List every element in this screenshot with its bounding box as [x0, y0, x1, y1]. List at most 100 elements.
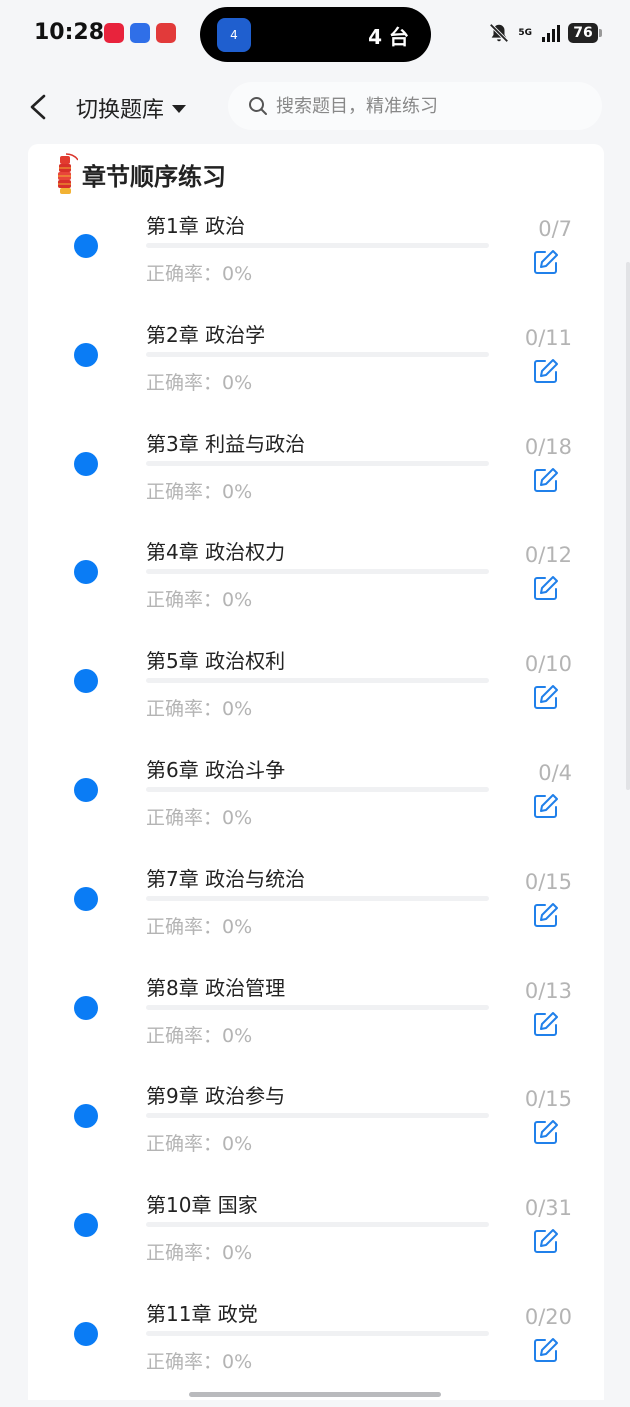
caret-down-icon: [172, 105, 187, 113]
signal-icon: [542, 24, 560, 42]
chapter-item[interactable]: 第6章 政治斗争 正确率：0% 0/4: [28, 754, 604, 863]
edit-practice-icon[interactable]: [532, 574, 560, 602]
edit-practice-icon[interactable]: [532, 901, 560, 929]
edit-practice-icon[interactable]: [532, 466, 560, 494]
edit-practice-icon[interactable]: [532, 357, 560, 385]
status-indicators: 5G 76: [488, 22, 602, 44]
edit-practice-icon[interactable]: [532, 1336, 560, 1364]
battery-icon: 76: [568, 23, 602, 43]
chapter-question-count: 0/13: [524, 978, 572, 1003]
chapter-progress-bar: [146, 460, 489, 466]
chapter-question-count: 0/18: [524, 434, 572, 459]
search-bar[interactable]: [228, 82, 602, 130]
switch-question-bank-dropdown[interactable]: 切换题库: [76, 92, 187, 124]
edit-practice-icon[interactable]: [532, 248, 560, 276]
chapter-progress-bar: [146, 1113, 489, 1119]
chapter-item[interactable]: 第10章 国家 正确率：0% 0/31: [28, 1189, 604, 1298]
top-bar: 切换题库: [0, 70, 630, 144]
chapter-progress-bar: [146, 569, 489, 575]
chapter-question-count: 0/15: [524, 869, 572, 894]
chapter-progress-bar: [146, 351, 489, 357]
chapter-accuracy: 正确率：0%: [146, 1351, 253, 1373]
chapter-progress-bar: [146, 1004, 489, 1010]
back-arrow-icon[interactable]: [24, 90, 54, 124]
chapter-accuracy: 正确率：0%: [146, 915, 253, 938]
chapter-status-dot: [74, 234, 98, 258]
chapter-title: 第6章 政治斗争: [146, 758, 286, 782]
chapter-title: 第5章 政治权利: [146, 649, 286, 674]
chapter-progress-bar: [146, 243, 489, 248]
chapter-title: 第4章 政治权力: [146, 540, 286, 565]
switch-question-bank-label: 切换题库: [76, 98, 165, 123]
edit-practice-icon[interactable]: [532, 1118, 560, 1146]
chapter-practice-card: 章节顺序练习 第1章 政治 正确率：0% 0/7 第2章 政治学 正确率：0% …: [28, 144, 604, 1400]
chapter-title: 第2章 政治学: [146, 322, 266, 347]
chapter-status-dot: [74, 669, 98, 694]
section-header: 章节顺序练习: [52, 152, 226, 196]
network-type: 5G: [518, 28, 532, 38]
chapter-question-count: 0/15: [524, 1087, 572, 1112]
chapter-item[interactable]: 第2章 政治学 正确率：0% 0/11: [28, 319, 604, 428]
bell-off-icon: [489, 23, 509, 43]
chapter-accuracy: 正确率：0%: [146, 1133, 253, 1156]
chapter-status-dot: [74, 451, 98, 476]
chapter-title: 第11章 政党: [146, 1302, 258, 1326]
chapter-item[interactable]: 第5章 政治权利 正确率：0% 0/10: [28, 645, 604, 754]
island-text: 4 台: [368, 25, 409, 49]
chapter-status-dot: [74, 1322, 98, 1346]
chapter-title: 第3章 利益与政治: [146, 431, 306, 456]
chapter-progress-bar: [146, 895, 489, 901]
chapter-accuracy: 正确率：0%: [146, 589, 253, 612]
island-app-icon: 4: [217, 18, 251, 52]
chapter-item[interactable]: 第9章 政治参与 正确率：0% 0/15: [28, 1080, 604, 1189]
chapter-item[interactable]: 第1章 政治 正确率：0% 0/7: [28, 210, 604, 319]
chapter-progress-bar: [146, 678, 489, 684]
edit-practice-icon[interactable]: [532, 1227, 560, 1255]
dynamic-island[interactable]: 4 4 台: [200, 7, 431, 62]
edit-practice-icon[interactable]: [532, 792, 560, 820]
chapter-accuracy: 正确率：0%: [146, 807, 253, 829]
search-input[interactable]: [274, 94, 578, 118]
chapter-accuracy: 正确率：0%: [146, 698, 253, 721]
chapter-status-dot: [74, 886, 98, 911]
chapter-question-count: 0/11: [524, 325, 572, 350]
chapter-item[interactable]: 第4章 政治权力 正确率：0% 0/12: [28, 536, 604, 645]
chapter-title: 第1章 政治: [146, 214, 246, 238]
chapter-question-count: 0/20: [524, 1305, 572, 1329]
search-icon: [249, 97, 267, 115]
chapter-status-dot: [74, 778, 98, 802]
edit-practice-icon[interactable]: [532, 1010, 560, 1038]
chapter-question-count: 0/4: [538, 761, 572, 785]
island-app-badge: 4: [230, 28, 238, 42]
chapter-question-count: 0/31: [524, 1196, 572, 1221]
chapter-item[interactable]: 第7章 政治与统治 正确率：0% 0/15: [28, 863, 604, 972]
chapter-question-count: 0/12: [524, 543, 572, 568]
chapter-item[interactable]: 第3章 利益与政治 正确率：0% 0/18: [28, 428, 604, 537]
chapter-progress-bar: [146, 787, 489, 792]
battery-level: 76: [573, 25, 593, 41]
chapter-progress-bar: [146, 1222, 489, 1228]
home-indicator[interactable]: [189, 1392, 441, 1397]
chapter-status-dot: [74, 1104, 98, 1129]
chapter-question-count: 0/10: [524, 652, 572, 677]
section-title: 章节顺序练习: [82, 162, 226, 191]
chapter-title: 第10章 国家: [146, 1193, 258, 1218]
chapter-item[interactable]: 第8章 政治管理 正确率：0% 0/13: [28, 972, 604, 1081]
notification-app-icon: [156, 23, 176, 43]
chapter-title: 第7章 政治与统治: [146, 866, 306, 891]
chapter-status-dot: [74, 342, 98, 367]
chapter-status-dot: [74, 1213, 98, 1238]
status-time: 10:28: [34, 20, 105, 45]
status-bar: 10:28 4 4 台 5G 76: [0, 0, 630, 70]
chapter-item[interactable]: 第11章 政党 正确率：0% 0/20: [28, 1298, 604, 1407]
chapter-accuracy: 正确率：0%: [146, 263, 253, 285]
firecracker-icon: [58, 153, 78, 194]
chapter-accuracy: 正确率：0%: [146, 1024, 253, 1047]
chapter-status-dot: [74, 995, 98, 1020]
notification-app-icon: [104, 23, 124, 43]
scrollbar[interactable]: [626, 262, 630, 790]
notification-app-icons: [104, 23, 176, 43]
chapter-accuracy: 正确率：0%: [146, 480, 253, 503]
chapter-question-count: 0/7: [538, 217, 572, 241]
edit-practice-icon[interactable]: [532, 683, 560, 711]
